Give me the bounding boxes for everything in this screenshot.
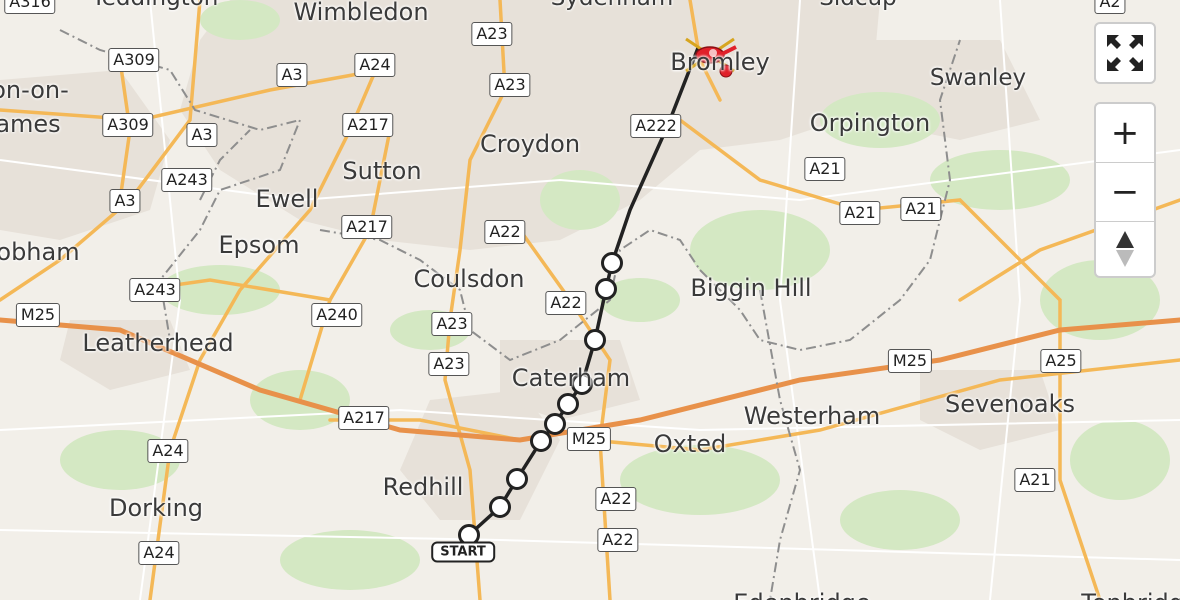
place-label: Orpington xyxy=(809,109,931,137)
reset-north-button[interactable] xyxy=(1096,222,1154,276)
road-shield: M25 xyxy=(566,427,612,451)
road-shield: A22 xyxy=(484,220,526,244)
place-label: Caterham xyxy=(511,364,631,392)
road-shield: A23 xyxy=(471,22,513,46)
route-waypoint xyxy=(557,393,579,415)
fullscreen-icon xyxy=(1107,35,1143,71)
road-shield: A217 xyxy=(341,215,393,239)
route-waypoint xyxy=(584,329,606,351)
place-label: Ewell xyxy=(255,185,319,213)
place-label: Dorking xyxy=(108,494,204,522)
place-label: Sutton xyxy=(342,157,422,185)
road-shield: A222 xyxy=(630,114,682,138)
road-shield: A240 xyxy=(311,303,363,327)
fullscreen-button[interactable] xyxy=(1096,24,1154,82)
place-label: Wimbledon xyxy=(293,0,429,26)
route-waypoint xyxy=(489,496,511,518)
place-label: Tonbridge xyxy=(1081,589,1180,600)
place-label: Biggin Hill xyxy=(690,274,812,302)
road-shield: A21 xyxy=(1014,468,1056,492)
road-shield: A25 xyxy=(1040,349,1082,373)
zoom-in-button[interactable]: + xyxy=(1096,104,1154,162)
place-label: Epsom xyxy=(218,231,300,259)
road-shield: M25 xyxy=(15,303,61,327)
road-shield: A3 xyxy=(186,123,218,147)
place-label: obham xyxy=(0,238,80,266)
place-label: Westerham xyxy=(743,402,881,430)
route-waypoint xyxy=(595,278,617,300)
route-waypoint xyxy=(506,468,528,490)
route-waypoint xyxy=(544,413,566,435)
road-shield: A24 xyxy=(147,439,189,463)
road-shield: A3 xyxy=(276,63,308,87)
place-label: Oxted xyxy=(653,430,727,458)
route-waypoint xyxy=(601,252,623,274)
place-label: ames xyxy=(0,110,61,138)
road-shield: A23 xyxy=(431,312,473,336)
road-shield: A23 xyxy=(489,73,531,97)
zoom-out-button[interactable]: − xyxy=(1096,163,1154,221)
road-shield: A22 xyxy=(597,528,639,552)
place-label: Teddington xyxy=(92,0,219,11)
road-shield: A21 xyxy=(839,201,881,225)
road-shield: A243 xyxy=(161,168,213,192)
route-start-badge: START xyxy=(431,541,495,563)
road-shield: A24 xyxy=(138,541,180,565)
place-label: Coulsdon xyxy=(413,265,525,293)
place-label: Croydon xyxy=(479,130,581,158)
road-shield: A2 xyxy=(1094,0,1126,14)
place-label: Sydenham xyxy=(551,0,674,11)
place-label: on-on- xyxy=(0,76,69,104)
road-shield: A316 xyxy=(4,0,56,14)
road-shield: A3 xyxy=(109,189,141,213)
place-label: Bromley xyxy=(670,48,770,76)
road-shield: A309 xyxy=(102,113,154,137)
zoom-control: + − xyxy=(1094,102,1156,278)
road-shield: M25 xyxy=(887,349,933,373)
route-waypoint xyxy=(530,430,552,452)
place-label: Sidcup xyxy=(819,0,896,11)
place-label: Redhill xyxy=(382,473,464,501)
road-shield: A217 xyxy=(338,406,390,430)
fullscreen-control xyxy=(1094,22,1156,84)
place-label: Leatherhead xyxy=(82,329,234,357)
road-shield: A243 xyxy=(129,278,181,302)
compass-icon xyxy=(1116,231,1134,267)
road-shield: A21 xyxy=(900,197,942,221)
road-shield: A23 xyxy=(428,352,470,376)
road-shield: A22 xyxy=(545,291,587,315)
map-canvas[interactable]: Teddington Wimbledon Sydenham Sidcup Bro… xyxy=(0,0,1180,600)
road-shield: A217 xyxy=(342,113,394,137)
place-label: Sevenoaks xyxy=(945,390,1075,418)
place-label: Edenbridge xyxy=(733,589,870,600)
road-shield: A309 xyxy=(108,48,160,72)
road-shield: A21 xyxy=(804,157,846,181)
place-label: Swanley xyxy=(929,65,1027,91)
road-shield: A24 xyxy=(354,53,396,77)
road-shield: A22 xyxy=(595,487,637,511)
